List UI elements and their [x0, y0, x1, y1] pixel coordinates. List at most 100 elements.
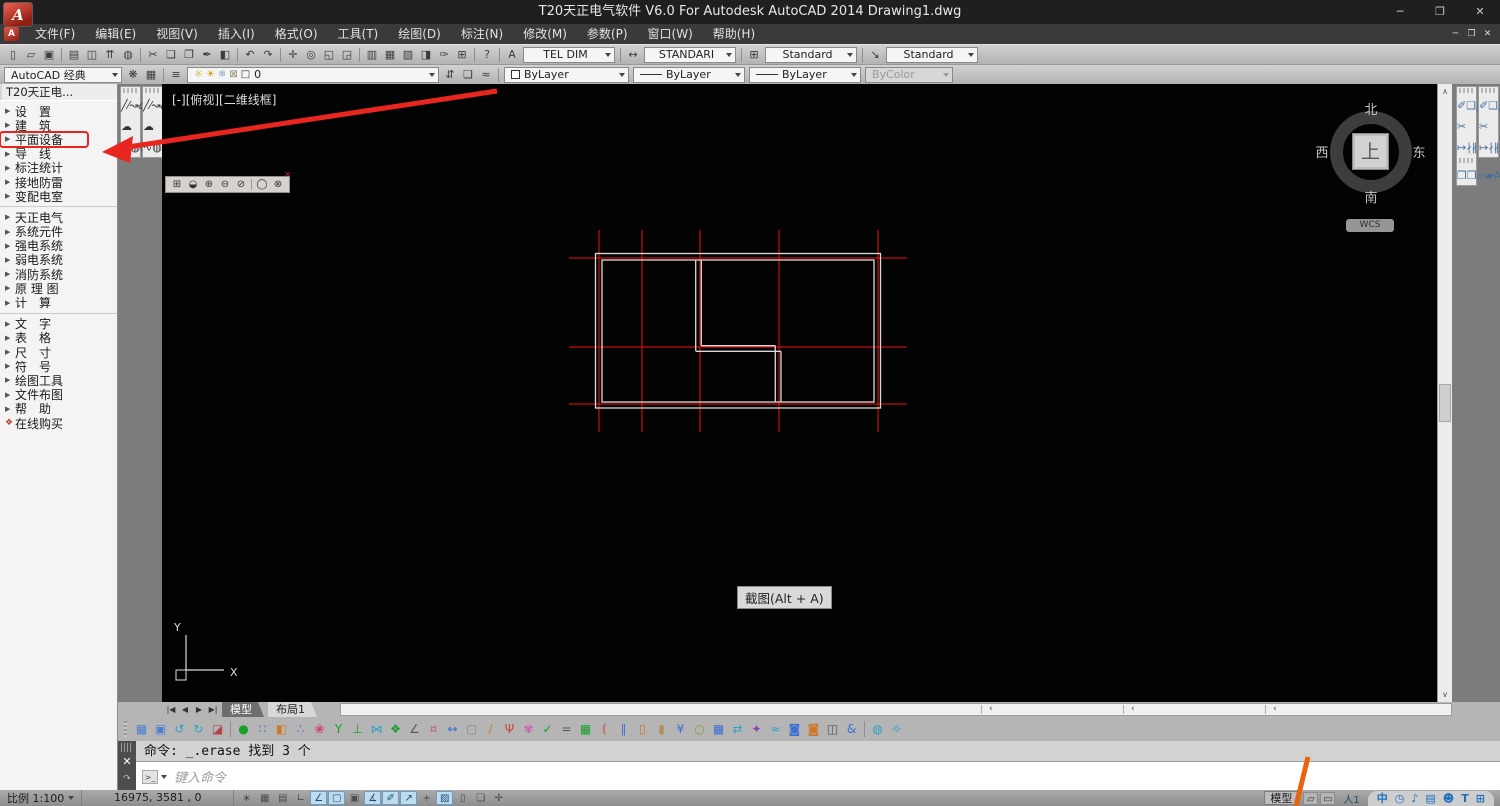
polyline-icon[interactable]: ↝ [151, 99, 160, 112]
menu-item-4[interactable]: 格式(O) [265, 24, 328, 44]
mdi-restore-button[interactable]: ❐ [1464, 29, 1479, 39]
menu-item-1[interactable]: 编辑(E) [85, 24, 146, 44]
command-grip[interactable] [121, 743, 133, 752]
properties-icon[interactable]: ▥ [363, 46, 381, 63]
command-history[interactable]: 命令: _.erase 找到 3 个 [136, 741, 1500, 762]
tab-nav-1-icon[interactable]: ◀ [178, 703, 192, 716]
cross-link-icon[interactable]: ⋈ [367, 720, 386, 739]
tab-layout1[interactable]: 布局1 [268, 702, 317, 717]
hscroll-left-icon-0[interactable]: ‹ [989, 704, 993, 715]
close-button[interactable]: ✕ [1460, 0, 1500, 23]
linetype-select[interactable]: ByLayer [633, 66, 745, 83]
text-style-icon[interactable]: A [503, 46, 521, 63]
drawing-canvas[interactable]: [-][俯视][二维线框] ⊞ ◒ ⊕ ⊖ ⊘ ◯ ⊗ ✕ 上 北 南 西 东 WCS 截图(… [162, 84, 1437, 702]
plot-preview-icon[interactable]: ◫ [83, 46, 101, 63]
capture-grid-icon[interactable]: ▦ [132, 720, 151, 739]
equal-tool-icon[interactable]: = [557, 720, 576, 739]
viewport-off-icon[interactable]: ⊘ [233, 179, 249, 190]
quickcalc-icon[interactable]: ⊞ [453, 46, 471, 63]
flower-mark-icon[interactable]: ❀ [310, 720, 329, 739]
device-array-icon[interactable]: ∷ [253, 720, 272, 739]
lineweight-display-toggle[interactable]: + [418, 791, 435, 805]
object-snap-toggle[interactable]: ▢ [328, 791, 346, 805]
lock-tool-icon[interactable]: ◙ [785, 720, 804, 739]
diamond-tool-icon[interactable]: ❖ [386, 720, 405, 739]
span-tool-icon[interactable]: ↔ [443, 720, 462, 739]
command-dock[interactable]: ✕ ↷ [118, 741, 136, 790]
command-prompt-caret-icon[interactable] [161, 774, 167, 779]
tool-palettes-icon[interactable]: ▧ [399, 46, 417, 63]
tray-clock-icon[interactable]: ◷ [1395, 791, 1405, 806]
open-icon[interactable]: ▱ [22, 46, 40, 63]
annotation-scale-button[interactable]: 人1 [1340, 791, 1362, 806]
view-sphere-close-icon[interactable]: ⊗ [270, 179, 286, 190]
extend-icon[interactable]: ↦ [1457, 141, 1466, 154]
send-under-icon[interactable]: ▰ [1485, 169, 1493, 182]
table-style-icon[interactable]: ⊞ [745, 46, 763, 63]
3d-object-snap-toggle[interactable]: ▣ [346, 791, 363, 805]
sheet-set-manager-icon[interactable]: ◨ [417, 46, 435, 63]
swap-tool-icon[interactable]: ⇄ [728, 720, 747, 739]
tray-keyboard-icon[interactable]: ▤ [1425, 791, 1435, 806]
infer-constraints-toggle[interactable]: ∗ [238, 791, 255, 805]
paste-icon[interactable]: ❐ [180, 46, 198, 63]
trim-icon[interactable]: ✂ [1479, 120, 1488, 133]
tray-microphone-icon[interactable]: ♪ [1411, 791, 1418, 806]
green-grid-icon[interactable]: ▦ [576, 720, 595, 739]
scrollbar-thumb[interactable] [1439, 384, 1451, 422]
tab-nav-3-icon[interactable]: ▶| [206, 703, 220, 716]
maximize-button[interactable]: ❐ [1420, 0, 1460, 23]
column-tool-icon[interactable]: ▮ [652, 720, 671, 739]
layer-states-manager-icon[interactable]: ⇵ [441, 66, 459, 83]
ortho-mode-toggle[interactable]: ∟ [292, 791, 309, 805]
new-icon[interactable]: ▯ [4, 46, 22, 63]
bulb-tool-icon[interactable]: ☼ [887, 720, 906, 739]
point-tool-icon[interactable]: ∴ [291, 720, 310, 739]
cut-icon[interactable]: ✂ [144, 46, 162, 63]
autocad-logo-icon[interactable]: A [3, 2, 33, 27]
panel-grid-icon[interactable]: ▦ [709, 720, 728, 739]
polyline-icon[interactable]: ↝ [129, 99, 138, 112]
insert-device-icon[interactable]: ● [234, 720, 253, 739]
copy-icon[interactable]: ❏ [162, 46, 180, 63]
workspace-capture-icon[interactable]: ▦ [142, 66, 160, 83]
viewcube-top-face[interactable]: 上 [1352, 133, 1389, 170]
dynamic-ucs-toggle[interactable]: ✐ [382, 791, 400, 805]
extend-icon[interactable]: ↦ [1479, 141, 1488, 154]
revision-cloud-icon[interactable]: ☁ [121, 120, 132, 133]
menu-item-8[interactable]: 修改(M) [513, 24, 577, 44]
mleader-style-select[interactable]: Standard [886, 46, 978, 63]
command-input-row[interactable]: >_ 键入命令 [136, 763, 1500, 790]
mleader-style-icon[interactable]: ↘ [866, 46, 884, 63]
door-tool-icon[interactable]: ▯ [633, 720, 652, 739]
undo-icon[interactable]: ↶ [241, 46, 259, 63]
viewport-controls[interactable]: [-][俯视][二维线框] [172, 91, 276, 108]
redo-icon[interactable]: ↷ [259, 46, 277, 63]
hscroll-left-icon-2[interactable]: ‹ [1273, 704, 1277, 715]
line-icon[interactable]: ╱ [121, 99, 128, 112]
quick-properties-toggle[interactable]: ▯ [454, 791, 471, 805]
layer-sun-icon[interactable]: ☀ [206, 69, 215, 80]
layer-select[interactable]: ☼ ☀ ❄ ⊠ □ 0 [187, 66, 439, 83]
block-tool-icon[interactable]: ◧ [272, 720, 291, 739]
model-space-button[interactable]: 模型 [1264, 791, 1299, 805]
quick-view-drawings-icon[interactable]: ▭ [1320, 791, 1336, 805]
scale-selector[interactable]: 比例 1:100 [0, 790, 83, 806]
revision-cloud-icon[interactable]: ☁ [143, 120, 154, 133]
compass-south-label[interactable]: 南 [1357, 187, 1385, 206]
erase-icon[interactable]: ✐ [1457, 99, 1466, 112]
layer-color-swatch-icon[interactable]: □ [241, 69, 250, 80]
line-icon[interactable]: ╱ [143, 99, 150, 112]
viewport-remove-icon[interactable]: ⊖ [217, 179, 233, 190]
mdi-minimize-button[interactable]: ─ [1448, 29, 1463, 39]
menu-item-2[interactable]: 视图(V) [146, 24, 208, 44]
ampersand-tool-icon[interactable]: & [842, 720, 861, 739]
sidebar-item-在线购买[interactable]: ❖ 在线购买 [0, 416, 117, 431]
psi-tool-icon[interactable]: Ψ [500, 720, 519, 739]
view-undo-icon[interactable]: ↺ [170, 720, 189, 739]
pole-y-icon[interactable]: Y [329, 720, 348, 739]
plot-style-select[interactable]: ByColor [865, 66, 953, 83]
lineweight-select[interactable]: ByLayer [749, 66, 861, 83]
flower-tool-icon[interactable]: ✾ [519, 720, 538, 739]
zoom-realtime-icon[interactable]: ◎ [302, 46, 320, 63]
